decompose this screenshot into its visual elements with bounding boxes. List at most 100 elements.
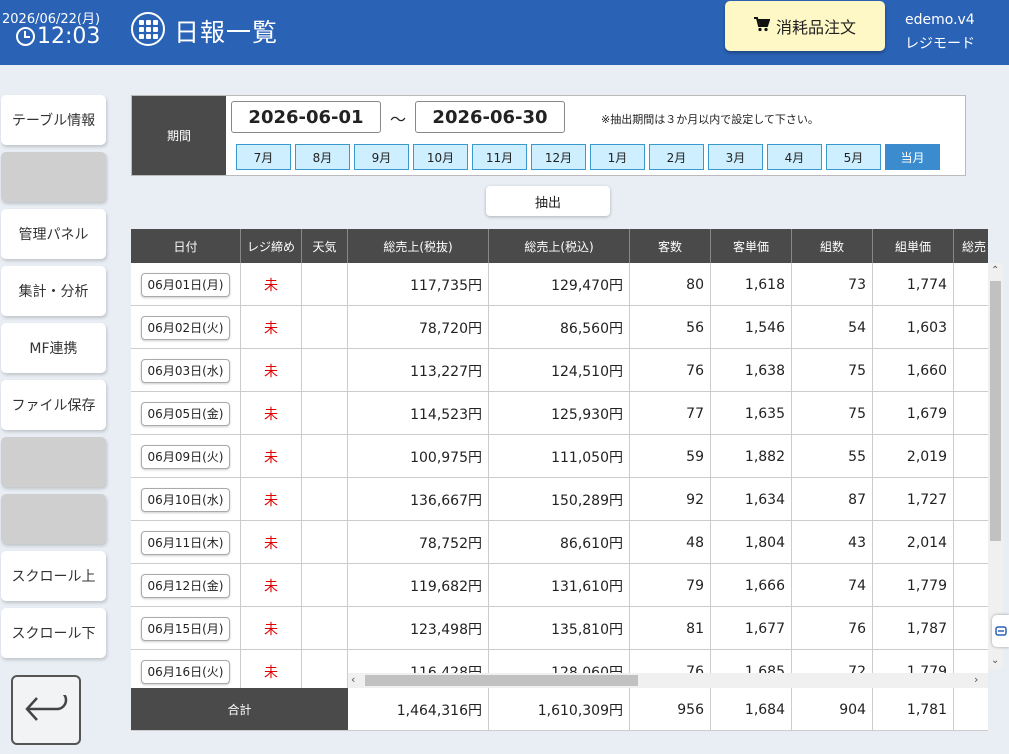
col-date: 日付 bbox=[131, 229, 241, 263]
cell-per-customer: 1,804 bbox=[711, 521, 792, 564]
cell-weather bbox=[302, 564, 348, 607]
cell-weather bbox=[302, 306, 348, 349]
panel-toggle-icon bbox=[994, 626, 1007, 636]
cell-per-group: 1,679 bbox=[873, 392, 954, 435]
period-label: 期間 bbox=[132, 96, 226, 175]
cell-per-customer: 1,638 bbox=[711, 349, 792, 392]
cell-customers: 80 bbox=[630, 263, 711, 306]
sidebar-item-blank bbox=[1, 437, 106, 487]
cell-sales-ex-tax: 100,975円 bbox=[348, 435, 489, 478]
col-per-group: 組単価 bbox=[873, 229, 954, 263]
date-detail-button[interactable]: 06月01日(月) bbox=[140, 272, 231, 297]
sidebar-item-mf-link[interactable]: MF連携 bbox=[1, 323, 106, 373]
side-panel-tab[interactable] bbox=[992, 615, 1009, 647]
horizontal-scroll-thumb[interactable] bbox=[365, 675, 638, 686]
cell-groups: 55 bbox=[792, 435, 873, 478]
horizontal-scrollbar[interactable]: ‹ › bbox=[348, 673, 988, 688]
cell-total-sales bbox=[954, 564, 988, 607]
table-row: 06月12日(金) 未 119,682円 131,610円 79 1,666 74 1,779 bbox=[131, 564, 988, 607]
cell-sales-in-tax: 125,930円 bbox=[489, 392, 630, 435]
cell-per-customer: 1,634 bbox=[711, 478, 792, 521]
back-button[interactable] bbox=[11, 675, 81, 745]
scroll-down-arrow-icon[interactable]: ⌄ bbox=[991, 655, 999, 666]
cell-groups: 76 bbox=[792, 607, 873, 650]
scroll-up-arrow-icon[interactable]: ⌃ bbox=[991, 265, 999, 276]
clock-icon bbox=[16, 27, 35, 46]
table-body: 06月01日(月) 未 117,735円 129,470円 80 1,618 73 1,774… bbox=[131, 263, 988, 689]
date-detail-button[interactable]: 06月12日(金) bbox=[140, 573, 231, 598]
cell-register-close: 未 bbox=[241, 392, 302, 435]
sidebar-item-admin-panel[interactable]: 管理パネル bbox=[1, 209, 106, 259]
date-detail-button[interactable]: 06月16日(火) bbox=[140, 659, 231, 684]
total-groups: 904 bbox=[792, 688, 873, 730]
cell-per-customer: 1,635 bbox=[711, 392, 792, 435]
cell-date: 06月16日(火) bbox=[131, 650, 241, 689]
cell-per-customer: 1,666 bbox=[711, 564, 792, 607]
month-button[interactable]: 9月 bbox=[354, 144, 409, 170]
cell-per-group: 1,774 bbox=[873, 263, 954, 306]
cell-sales-in-tax: 86,610円 bbox=[489, 521, 630, 564]
month-button[interactable]: 4月 bbox=[767, 144, 822, 170]
cell-customers: 76 bbox=[630, 349, 711, 392]
vertical-scrollbar[interactable]: ⌃ ⌄ bbox=[988, 263, 1003, 669]
table-row: 06月05日(金) 未 114,523円 125,930円 77 1,635 75 1,679 bbox=[131, 392, 988, 435]
scroll-right-arrow-icon[interactable]: › bbox=[974, 673, 978, 686]
table-row: 06月02日(火) 未 78,720円 86,560円 56 1,546 54 1,603 bbox=[131, 306, 988, 349]
cell-customers: 81 bbox=[630, 607, 711, 650]
period-filter: 期間 2026-06-01 ～ 2026-06-30 ※抽出期間は３か月以内で設… bbox=[131, 95, 966, 176]
supplies-order-button[interactable]: 消耗品注文 bbox=[725, 1, 885, 51]
cell-sales-ex-tax: 119,682円 bbox=[348, 564, 489, 607]
cell-register-close: 未 bbox=[241, 349, 302, 392]
month-button[interactable]: 8月 bbox=[295, 144, 350, 170]
cell-date: 06月11日(木) bbox=[131, 521, 241, 564]
table-row: 06月15日(月) 未 123,498円 135,810円 81 1,677 76 1,787 bbox=[131, 607, 988, 650]
user-info: edemo.v4 レジモード bbox=[905, 8, 975, 56]
date-detail-button[interactable]: 06月11日(木) bbox=[140, 530, 231, 555]
date-detail-button[interactable]: 06月09日(火) bbox=[140, 444, 231, 469]
month-button[interactable]: 2月 bbox=[649, 144, 704, 170]
month-button[interactable]: 10月 bbox=[413, 144, 468, 170]
back-arrow-icon bbox=[25, 695, 68, 721]
table-row: 06月01日(月) 未 117,735円 129,470円 80 1,618 73 1,774 bbox=[131, 263, 988, 306]
start-date-input[interactable]: 2026-06-01 bbox=[231, 101, 381, 133]
cell-register-close: 未 bbox=[241, 564, 302, 607]
cell-weather bbox=[302, 521, 348, 564]
date-detail-button[interactable]: 06月15日(月) bbox=[140, 616, 231, 641]
cell-per-group: 1,727 bbox=[873, 478, 954, 521]
cell-customers: 77 bbox=[630, 392, 711, 435]
vertical-scroll-thumb[interactable] bbox=[990, 281, 1001, 541]
cell-customers: 48 bbox=[630, 521, 711, 564]
date-detail-button[interactable]: 06月02日(火) bbox=[140, 315, 231, 340]
table-row: 06月09日(火) 未 100,975円 111,050円 59 1,882 55 2,019 bbox=[131, 435, 988, 478]
mode-label: レジモード bbox=[905, 36, 975, 52]
scroll-down-button[interactable]: スクロール下 bbox=[1, 608, 106, 658]
cell-sales-in-tax: 150,289円 bbox=[489, 478, 630, 521]
cell-sales-ex-tax: 136,667円 bbox=[348, 478, 489, 521]
scroll-up-button[interactable]: スクロール上 bbox=[1, 551, 106, 601]
extract-button[interactable]: 抽出 bbox=[486, 186, 610, 216]
cell-total-sales bbox=[954, 521, 988, 564]
scroll-left-arrow-icon[interactable]: ‹ bbox=[351, 673, 355, 686]
date-detail-button[interactable]: 06月05日(金) bbox=[140, 401, 231, 426]
month-button[interactable]: 11月 bbox=[472, 144, 527, 170]
cell-customers: 59 bbox=[630, 435, 711, 478]
month-button[interactable]: 1月 bbox=[590, 144, 645, 170]
menu-grid-icon[interactable] bbox=[131, 12, 165, 46]
current-month-button[interactable]: 当月 bbox=[885, 144, 940, 170]
date-detail-button[interactable]: 06月03日(水) bbox=[140, 358, 231, 383]
sidebar-item-blank bbox=[1, 494, 106, 544]
date-detail-button[interactable]: 06月10日(水) bbox=[140, 487, 231, 512]
month-button[interactable]: 5月 bbox=[826, 144, 881, 170]
cell-register-close: 未 bbox=[241, 478, 302, 521]
month-button[interactable]: 12月 bbox=[531, 144, 586, 170]
sidebar-item-file-save[interactable]: ファイル保存 bbox=[1, 380, 106, 430]
sidebar-item-analytics[interactable]: 集計・分析 bbox=[1, 266, 106, 316]
end-date-input[interactable]: 2026-06-30 bbox=[415, 101, 565, 133]
sidebar-item-table-info[interactable]: テーブル情報 bbox=[1, 95, 106, 145]
cell-groups: 74 bbox=[792, 564, 873, 607]
col-groups: 組数 bbox=[792, 229, 873, 263]
cell-groups: 54 bbox=[792, 306, 873, 349]
cell-sales-in-tax: 129,470円 bbox=[489, 263, 630, 306]
month-button[interactable]: 7月 bbox=[236, 144, 291, 170]
month-button[interactable]: 3月 bbox=[708, 144, 763, 170]
